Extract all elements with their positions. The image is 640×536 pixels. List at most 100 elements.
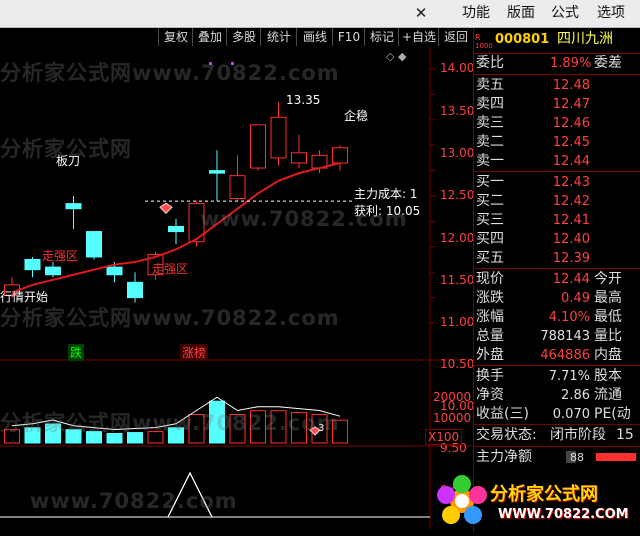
trade-status-extra: 15 [616, 427, 634, 443]
quote-label: 总量 [476, 328, 504, 344]
main-net-label: 主力净额 [476, 449, 532, 465]
price-tick: 11.50 [440, 273, 475, 287]
quote-row: 现价 12.44 今开 [474, 270, 640, 289]
menu-bar: ✕ 功能 版面 公式 选项 [0, 0, 640, 28]
stat-value: 2.86 [561, 388, 590, 403]
trade-status-value: 闭市阶段 [550, 427, 606, 443]
candle-body [229, 175, 246, 200]
statistics-button[interactable]: 统计 [260, 28, 297, 46]
quote-row: 涨跌 0.49 最高 [474, 289, 640, 308]
candle-body [332, 147, 348, 164]
stat-label: 换手 [476, 368, 504, 384]
quote-value: 788143 [540, 329, 590, 344]
stat-row: 净资 2.86 流通 [474, 386, 640, 405]
weibi-label: 委比 [476, 55, 504, 71]
candle-body [168, 225, 184, 233]
adjust-button[interactable]: 复权 [158, 28, 193, 46]
stat-label-2: 流通 [594, 387, 622, 403]
trade-status-row: 交易状态: 闭市阶段 15 [474, 426, 640, 445]
buy-level-row: 买四 12.40 [474, 230, 640, 249]
chart-nav-icons[interactable]: ◇ ◆ [386, 50, 406, 63]
buy-level-price: 12.39 [552, 251, 590, 266]
stat-value: 0.070 [552, 407, 590, 422]
kline-chart[interactable]: ◇ ◆ 13.35 板刀 企稳 走强区 走强区 行情开始 主力成本: 1 获利:… [0, 47, 475, 529]
overlay-button[interactable]: 叠加 [192, 28, 227, 46]
quote-label: 涨幅 [476, 309, 504, 325]
candle-body [106, 266, 123, 276]
close-icon[interactable]: ✕ [412, 5, 430, 22]
add-favorite-button[interactable]: +自选 [398, 28, 439, 46]
candle-body [24, 259, 41, 271]
multi-stock-button[interactable]: 多股 [226, 28, 261, 46]
quote-value: 464886 [540, 348, 590, 363]
candle-body [250, 124, 266, 169]
site-logo: 分析家公式网 WWW.70822.COM [432, 470, 640, 532]
volume-tick: 10000 [433, 411, 472, 425]
quote-panel: R 1000 000801 四川九洲 委比 1.89% 委差 卖五 12.48 卖四… [473, 28, 640, 532]
buy-level-row: 买三 12.41 [474, 211, 640, 230]
stable-label: 企稳 [344, 109, 369, 123]
sell-level-row: 卖四 12.47 [474, 95, 640, 114]
sell-level-row: 卖三 12.46 [474, 114, 640, 133]
price-tick: 13.50 [440, 104, 475, 118]
candle-body [65, 203, 82, 210]
stat-label: 收益(三) [476, 406, 529, 422]
quote-row: 涨幅 4.10% 最低 [474, 308, 640, 327]
watermark: 分析家公式网www.70822.com [0, 61, 340, 85]
weicha-label: 委差 [594, 55, 622, 71]
sell-level-price: 12.44 [552, 154, 590, 169]
sell-level-price: 12.46 [552, 116, 590, 131]
menu-item-options[interactable]: 选项 [597, 4, 625, 22]
main-net-value: 88 [570, 451, 584, 464]
quote-row: 总量 788143 量比 [474, 327, 640, 346]
sell-level-label: 卖二 [476, 134, 504, 150]
stat-label: 净资 [476, 387, 504, 403]
quote-label-2: 内盘 [594, 347, 622, 363]
quote-label-2: 今开 [594, 271, 622, 287]
buy-level-price: 12.43 [552, 175, 590, 190]
quote-label-2: 最低 [594, 309, 622, 325]
price-tick: 13.00 [440, 146, 475, 160]
back-button[interactable]: 返回 [438, 28, 473, 46]
buy-level-row: 买一 12.43 [474, 173, 640, 192]
draw-line-button[interactable]: 画线 [296, 28, 333, 46]
volume-tick: 20000 [433, 390, 472, 404]
stat-label-2: PE(动 [594, 406, 631, 422]
strong-zone-label-2: 走强区 [152, 262, 189, 276]
mark-button[interactable]: 标记 [364, 28, 399, 46]
buy-level-label: 买四 [476, 231, 504, 247]
strong-zone-label-1: 走强区 [42, 249, 79, 263]
buy-level-label: 买三 [476, 212, 504, 228]
f10-button[interactable]: F10 [332, 28, 365, 46]
volume-multiplier: X100 [425, 429, 463, 445]
trade-status-label: 交易状态: [476, 427, 537, 443]
diamond-icon [159, 202, 173, 214]
sell-level-label: 卖四 [476, 96, 504, 112]
candle-body [86, 231, 102, 258]
quote-label: 外盘 [476, 347, 504, 363]
price-tick: 11.00 [440, 315, 475, 329]
menu-item-layout[interactable]: 版面 [507, 4, 535, 22]
logo-brand: 分析家公式网 [490, 484, 598, 505]
stat-value: 7.71% [548, 369, 590, 384]
chart-toolbar: 复权 叠加 多股 统计 画线 F10 标记 +自选 返回 [0, 28, 472, 47]
quote-value: 4.10% [548, 310, 590, 325]
sell-level-label: 卖一 [476, 153, 504, 169]
sell-level-label: 卖三 [476, 115, 504, 131]
candle-body [291, 152, 307, 164]
sell-level-price: 12.47 [552, 97, 590, 112]
high-price-label: 13.35 [286, 93, 321, 107]
rise-list-tag: 涨榜 [180, 344, 209, 361]
candle-body [209, 170, 225, 174]
menu-item-function[interactable]: 功能 [462, 4, 490, 22]
flower-logo-icon [437, 475, 487, 524]
quote-label-2: 量比 [594, 328, 622, 344]
logo-url: WWW.70822.COM [498, 507, 629, 522]
price-tick: 10.50 [440, 357, 475, 371]
menu-item-formula[interactable]: 公式 [551, 4, 579, 22]
buy-level-price: 12.42 [552, 194, 590, 209]
stat-label-2: 股本 [594, 368, 622, 384]
sell-level-price: 12.48 [552, 78, 590, 93]
quote-label-2: 最高 [594, 290, 622, 306]
watermark: 分析家公式网www.70822.com [0, 411, 340, 435]
